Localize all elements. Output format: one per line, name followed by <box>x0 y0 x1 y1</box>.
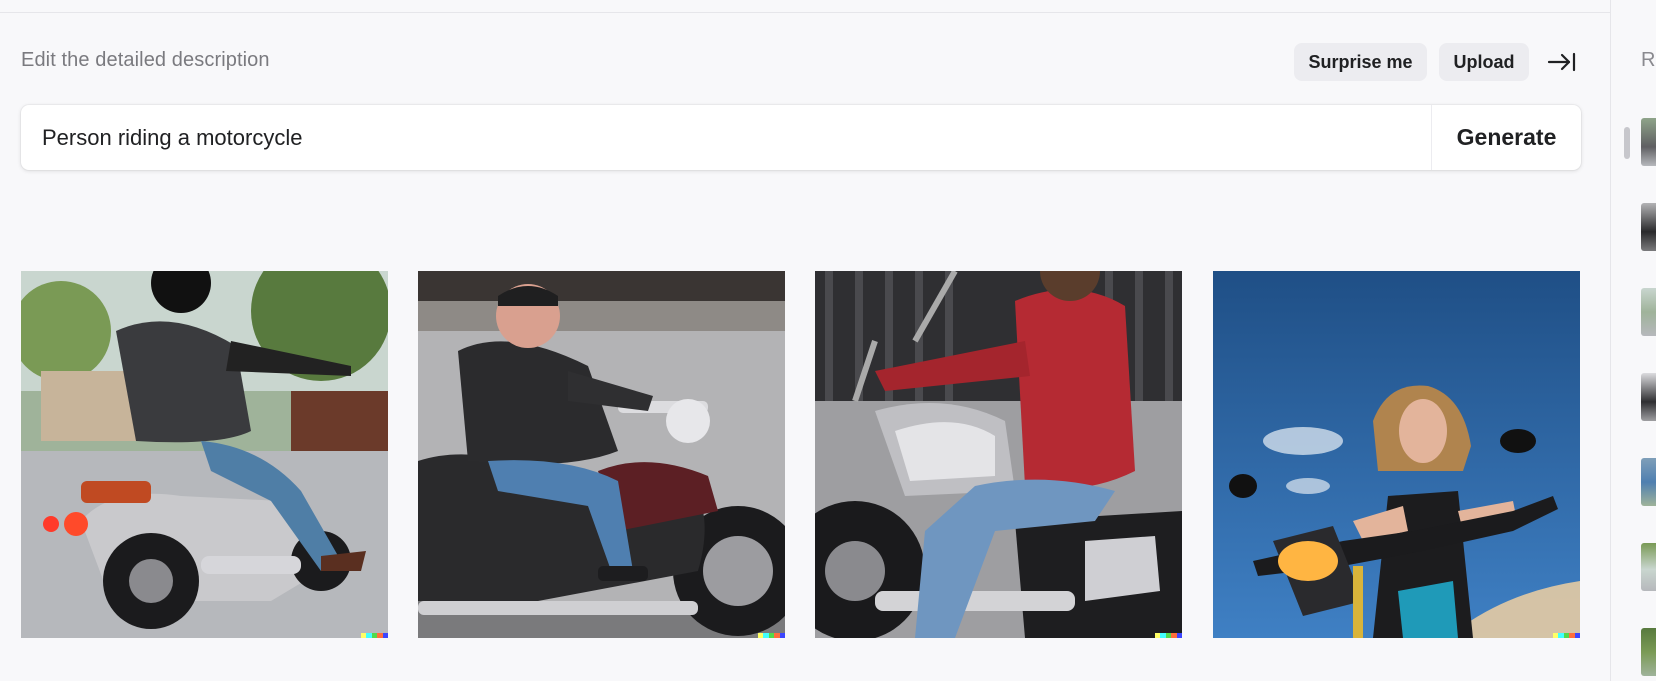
main-panel: Edit the detailed description Surprise m… <box>0 0 1610 681</box>
sidebar-title: R <box>1641 49 1656 71</box>
generate-button[interactable]: Generate <box>1432 105 1581 170</box>
prompt-bar: Generate <box>21 105 1581 170</box>
watermark <box>1155 633 1182 638</box>
instructions-text: Edit the detailed description <box>21 49 270 71</box>
history-sidebar: R <box>1610 0 1656 681</box>
upload-button[interactable]: Upload <box>1439 43 1529 81</box>
top-divider <box>0 12 1610 13</box>
history-thumbnail[interactable] <box>1641 628 1656 676</box>
history-thumbnail[interactable] <box>1641 288 1656 336</box>
prompt-input[interactable] <box>21 105 1431 170</box>
history-thumbnail[interactable] <box>1641 118 1656 166</box>
watermark <box>361 633 388 638</box>
surprise-me-button[interactable]: Surprise me <box>1294 43 1427 81</box>
watermark <box>758 633 785 638</box>
collapse-panel-icon[interactable] <box>1546 49 1578 75</box>
result-image-3[interactable] <box>815 271 1182 638</box>
history-thumbnail[interactable] <box>1641 543 1656 591</box>
result-image-4[interactable] <box>1213 271 1580 638</box>
history-thumbnail[interactable] <box>1641 458 1656 506</box>
result-image-2[interactable] <box>418 271 785 638</box>
sidebar-scrollbar[interactable] <box>1624 127 1630 159</box>
history-thumbnail[interactable] <box>1641 373 1656 421</box>
result-image-1[interactable] <box>21 271 388 638</box>
history-thumbnail[interactable] <box>1641 203 1656 251</box>
watermark <box>1553 633 1580 638</box>
